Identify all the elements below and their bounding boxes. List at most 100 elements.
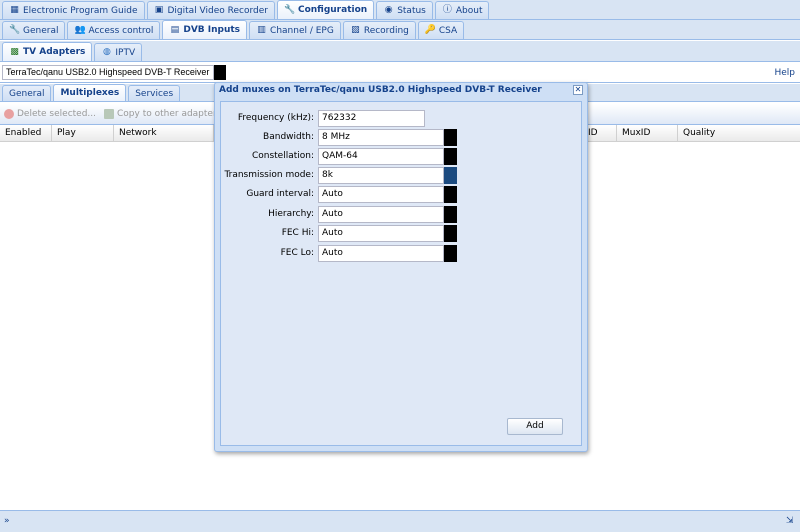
tab-dvb-inputs[interactable]: ▤ DVB Inputs: [162, 20, 248, 39]
guard-interval-row: Guard interval: Auto: [221, 186, 581, 203]
expand-icon[interactable]: »: [4, 516, 14, 526]
transmission-mode-label: Transmission mode:: [224, 170, 314, 180]
column-play[interactable]: Play: [52, 125, 114, 142]
dvr-icon: ▣: [154, 5, 164, 15]
fec-lo-dropdown-trigger[interactable]: [444, 245, 457, 262]
adapter-dropdown-trigger[interactable]: [214, 65, 226, 80]
transmission-mode-select[interactable]: 8k: [318, 167, 444, 184]
tab-channel-epg[interactable]: ▥ Channel / EPG: [249, 21, 341, 39]
config-tab-bar: 🔧 General 👥 Access control ▤ DVB Inputs …: [0, 20, 800, 40]
wrench-icon: 🔧: [9, 25, 21, 35]
tab-label: Digital Video Recorder: [167, 5, 268, 16]
tab-configuration[interactable]: 🔧 Configuration: [276, 0, 375, 19]
fec-hi-select[interactable]: Auto: [318, 225, 444, 242]
frequency-input[interactable]: 762332: [318, 110, 425, 127]
constellation-dropdown-trigger[interactable]: [444, 148, 457, 165]
status-icon: ◉: [384, 5, 393, 15]
button-label: Copy to other adapter...: [117, 109, 225, 119]
copy-icon: [104, 109, 115, 119]
wrench-icon: 🔧: [283, 4, 296, 15]
hierarchy-row: Hierarchy: Auto: [221, 206, 581, 223]
tab-adapter-general[interactable]: General: [2, 85, 52, 101]
transmission-mode-dropdown-trigger[interactable]: [444, 167, 457, 184]
bandwidth-row: Bandwidth: 8 MHz: [221, 129, 581, 146]
tab-multiplexes[interactable]: Multiplexes: [53, 84, 127, 101]
people-icon: 👥: [74, 25, 86, 35]
hierarchy-dropdown-trigger[interactable]: [444, 206, 457, 223]
close-icon[interactable]: ✕: [573, 85, 583, 95]
column-id[interactable]: ID: [583, 125, 617, 142]
copy-to-adapter-button[interactable]: Copy to other adapter...: [104, 109, 224, 119]
tab-label: Services: [135, 88, 174, 99]
tab-label: Configuration: [297, 5, 368, 15]
tab-status[interactable]: ◉ Status: [376, 1, 433, 19]
tab-iptv[interactable]: ◍ IPTV: [94, 43, 143, 61]
tab-about[interactable]: ⓘ About: [434, 1, 490, 19]
tab-label: Access control: [88, 25, 154, 36]
hierarchy-select[interactable]: Auto: [318, 206, 444, 223]
fec-lo-select[interactable]: Auto: [318, 245, 444, 262]
dvb-tab-bar: ▩ TV Adapters ◍ IPTV: [0, 41, 800, 62]
column-quality[interactable]: Quality: [678, 125, 800, 142]
tab-label: General: [9, 88, 45, 99]
dialog-body: Frequency (kHz): 762332 Bandwidth: 8 MHz…: [220, 101, 582, 446]
guard-interval-label: Guard interval:: [246, 189, 314, 199]
tab-dvr[interactable]: ▣ Digital Video Recorder: [146, 1, 275, 19]
column-enabled[interactable]: Enabled: [0, 125, 52, 142]
guard-interval-dropdown-trigger[interactable]: [444, 186, 457, 203]
tab-tv-adapters[interactable]: ▩ TV Adapters: [2, 42, 93, 61]
fec-lo-row: FEC Lo: Auto: [221, 245, 581, 262]
tab-epg[interactable]: ▦ Electronic Program Guide: [2, 1, 145, 19]
fec-hi-row: FEC Hi: Auto: [221, 225, 581, 242]
transmission-mode-row: Transmission mode: 8k: [221, 167, 581, 184]
frequency-label: Frequency (kHz):: [237, 113, 314, 123]
tab-label: Electronic Program Guide: [23, 5, 138, 16]
guard-interval-select[interactable]: Auto: [318, 186, 444, 203]
tab-label: IPTV: [115, 47, 136, 58]
tab-services[interactable]: Services: [128, 85, 181, 101]
tab-label: TV Adapters: [23, 47, 86, 57]
constellation-select[interactable]: QAM-64: [318, 148, 444, 165]
tab-label: General: [23, 25, 59, 36]
epg-icon: ▦: [10, 5, 19, 15]
bandwidth-select[interactable]: 8 MHz: [318, 129, 444, 146]
delete-selected-button[interactable]: Delete selected...: [4, 109, 96, 119]
tab-label: Status: [397, 5, 426, 16]
globe-icon: ◍: [102, 47, 111, 57]
frequency-row: Frequency (kHz): 762332: [221, 110, 581, 127]
fec-hi-label: FEC Hi:: [281, 228, 314, 238]
constellation-label: Constellation:: [251, 151, 314, 161]
fec-lo-label: FEC Lo:: [280, 248, 314, 258]
tv-adapter-icon: ▩: [10, 46, 19, 57]
channel-icon: ▥: [257, 25, 266, 35]
dialog-header: Add muxes on TerraTec/qanu USB2.0 Highsp…: [215, 83, 587, 98]
key-icon: 🔑: [424, 25, 437, 35]
constellation-row: Constellation: QAM-64: [221, 148, 581, 165]
column-muxid[interactable]: MuxID: [617, 125, 678, 142]
tab-label: Recording: [363, 25, 409, 36]
recording-icon: ▧: [351, 25, 360, 35]
add-mux-dialog: Add muxes on TerraTec/qanu USB2.0 Highsp…: [214, 82, 588, 452]
tab-label: Multiplexes: [60, 88, 120, 98]
add-button[interactable]: Add: [507, 418, 563, 435]
collapse-icon[interactable]: ⇲: [786, 516, 796, 526]
tab-label: About: [455, 5, 483, 16]
dvb-icon: ▤: [170, 24, 180, 35]
bandwidth-dropdown-trigger[interactable]: [444, 129, 457, 146]
fec-hi-dropdown-trigger[interactable]: [444, 225, 457, 242]
adapter-bar: TerraTec/qanu USB2.0 Highspeed DVB-T Rec…: [0, 62, 800, 83]
tab-csa[interactable]: 🔑 CSA: [417, 21, 465, 39]
tab-recording[interactable]: ▧ Recording: [342, 21, 416, 39]
adapter-select[interactable]: TerraTec/qanu USB2.0 Highspeed DVB-T Rec…: [2, 65, 214, 80]
button-label: Delete selected...: [17, 109, 97, 119]
tab-general[interactable]: 🔧 General: [2, 21, 66, 39]
dialog-title: Add muxes on TerraTec/qanu USB2.0 Highsp…: [219, 85, 542, 95]
tab-label: CSA: [438, 25, 458, 36]
tab-access-control[interactable]: 👥 Access control: [67, 21, 161, 39]
delete-icon: [4, 109, 14, 119]
column-network[interactable]: Network: [114, 125, 214, 142]
help-link[interactable]: Help: [774, 68, 795, 78]
tab-label: Channel / EPG: [270, 25, 334, 36]
hierarchy-label: Hierarchy:: [268, 209, 314, 219]
bandwidth-label: Bandwidth:: [263, 132, 314, 142]
